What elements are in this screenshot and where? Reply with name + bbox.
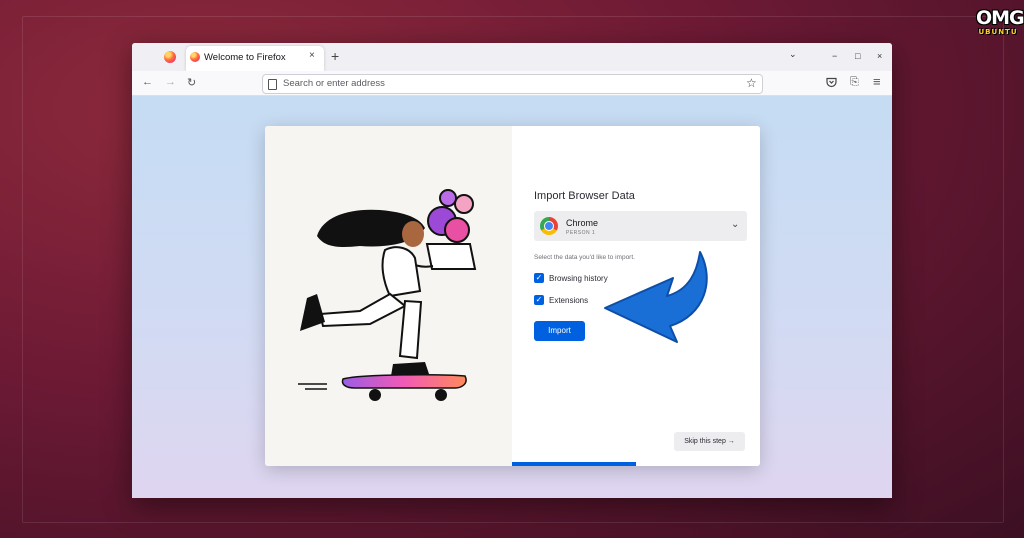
step-progress-bar — [512, 462, 636, 466]
firefox-view-icon[interactable] — [164, 51, 176, 63]
tab-close-icon[interactable]: × — [309, 50, 315, 61]
window-close-icon[interactable]: × — [877, 51, 882, 61]
extensions-icon[interactable]: ⎘ — [850, 76, 859, 89]
pocket-icon[interactable] — [826, 77, 837, 88]
browsing-history-checkbox[interactable]: ✓ — [534, 273, 544, 283]
omg-ubuntu-logo: OMG UBUNTU — [976, 7, 1024, 36]
firefox-favicon-icon — [190, 52, 200, 62]
back-icon[interactable]: ← — [142, 76, 153, 88]
chrome-icon — [540, 217, 558, 235]
extensions-checkbox[interactable]: ✓ — [534, 295, 544, 305]
chevron-down-icon: ⌄ — [731, 219, 740, 230]
reload-icon[interactable]: ↻ — [187, 76, 196, 89]
menu-icon[interactable]: ≡ — [873, 74, 881, 89]
address-placeholder: Search or enter address — [283, 78, 385, 89]
tab-title: Welcome to Firefox — [204, 52, 286, 63]
extensions-label: Extensions — [549, 296, 589, 305]
selected-browser: Chrome — [566, 218, 599, 228]
page-icon — [268, 79, 277, 90]
list-all-tabs-icon[interactable]: ⌄ — [789, 49, 797, 60]
import-button[interactable]: Import — [534, 321, 585, 341]
forward-icon[interactable]: → — [165, 76, 176, 88]
new-tab-icon[interactable]: + — [331, 48, 339, 64]
browser-select[interactable]: Chrome PERSON 1 ⌄ — [534, 211, 747, 241]
bookmark-star-icon[interactable]: ☆ — [746, 76, 757, 90]
skip-step-button[interactable]: Skip this step → — [674, 432, 745, 451]
maximize-icon[interactable]: □ — [855, 51, 860, 61]
dialog-title: Import Browser Data — [534, 190, 635, 202]
skateboarder-illustration — [265, 126, 512, 466]
tab-strip: Welcome to Firefox × + ⌄ − □ × — [132, 43, 892, 71]
selected-profile: PERSON 1 — [566, 230, 596, 236]
minimize-icon[interactable]: − — [832, 51, 837, 61]
nav-bar: ← → ↻ Search or enter address ☆ ⎘ ≡ — [132, 71, 892, 96]
annotation-arrow — [604, 251, 708, 343]
address-bar[interactable]: Search or enter address ☆ — [262, 74, 763, 94]
